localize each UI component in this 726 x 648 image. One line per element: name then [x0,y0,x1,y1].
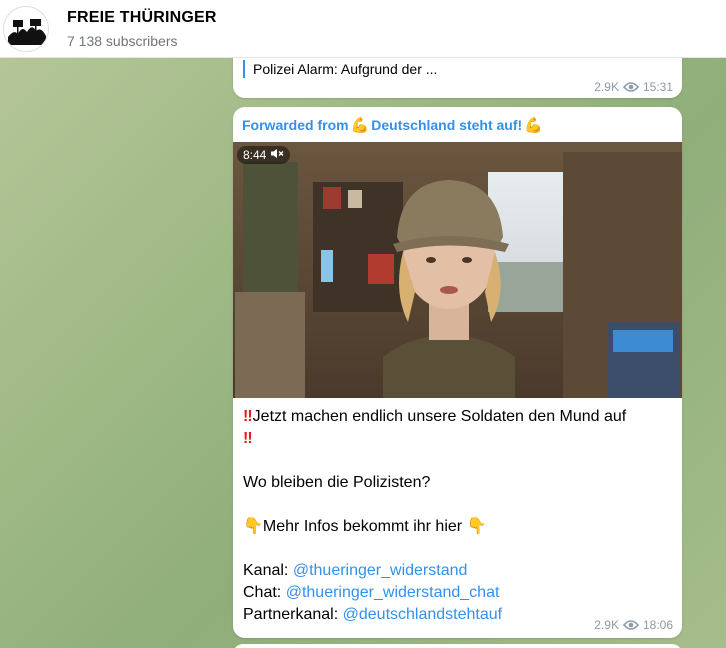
eye-icon [622,619,639,631]
speaker-muted-icon[interactable] [270,148,284,162]
view-count: 2.9K [594,80,619,94]
kanal-row: Kanal: @thueringer_widerstand [243,560,673,582]
double-exclamation-icon: ‼ [243,408,253,425]
message-line: ‼Jetzt machen endlich unsere Soldaten de… [243,406,673,450]
message-line: 👇Mehr Infos bekommt ihr hier 👇 [243,516,673,538]
message-meta: 2.9K 15:31 [594,80,673,94]
video-thumbnail [233,142,682,398]
message-meta: 2.9K 18:06 [594,618,673,632]
message-line-text: Mehr Infos bekommt ihr hier [262,518,463,535]
forwarded-label: Forwarded from [242,117,349,133]
message-bubble[interactable] [233,644,682,648]
subscriber-count: 7 138 subscribers [67,33,178,49]
kanal-link[interactable]: @thueringer_widerstand [293,562,468,579]
message-line-text: Jetzt machen endlich unsere Soldaten den… [252,408,627,425]
partner-label: Partnerkanal: [243,606,339,623]
flexed-biceps-icon: 💪 [524,117,543,134]
forwarded-header[interactable]: Forwarded from 💪 Deutschland steht auf! … [242,116,543,134]
video-duration: 8:44 [243,148,267,162]
flexed-biceps-icon: 💪 [350,117,370,134]
message-text: ‼Jetzt machen endlich unsere Soldaten de… [243,406,673,626]
reply-accent-bar [243,60,245,78]
channel-header[interactable]: FREIE THÜRINGER 7 138 subscribers [0,0,726,58]
view-count: 2.9K [594,618,619,632]
message-preview-text: Polizei Alarm: Aufgrund der ... [253,61,438,77]
message-bubble[interactable]: Forwarded from 💪 Deutschland steht auf! … [233,107,682,638]
message-time: 15:31 [642,80,673,94]
partner-link[interactable]: @deutschlandstehtauf [343,606,502,623]
chat-label: Chat: [243,584,282,601]
video-duration-badge: 8:44 [237,146,291,164]
kanal-label: Kanal: [243,562,289,579]
channel-title: FREIE THÜRINGER [67,9,217,26]
channel-avatar[interactable] [3,6,49,52]
chat-row: Chat: @thueringer_widerstand_chat [243,582,673,604]
pointing-down-icon: 👇 [243,518,263,535]
double-exclamation-icon: ‼ [243,430,253,447]
message-time: 18:06 [642,618,673,632]
message-line: Wo bleiben die Polizisten? [243,474,431,491]
pointing-down-icon: 👇 [466,518,487,535]
eye-icon [622,81,639,93]
chat-link[interactable]: @thueringer_widerstand_chat [286,584,500,601]
video-player[interactable]: 8:44 [233,142,682,398]
forwarded-source[interactable]: Deutschland steht auf! [371,117,522,133]
